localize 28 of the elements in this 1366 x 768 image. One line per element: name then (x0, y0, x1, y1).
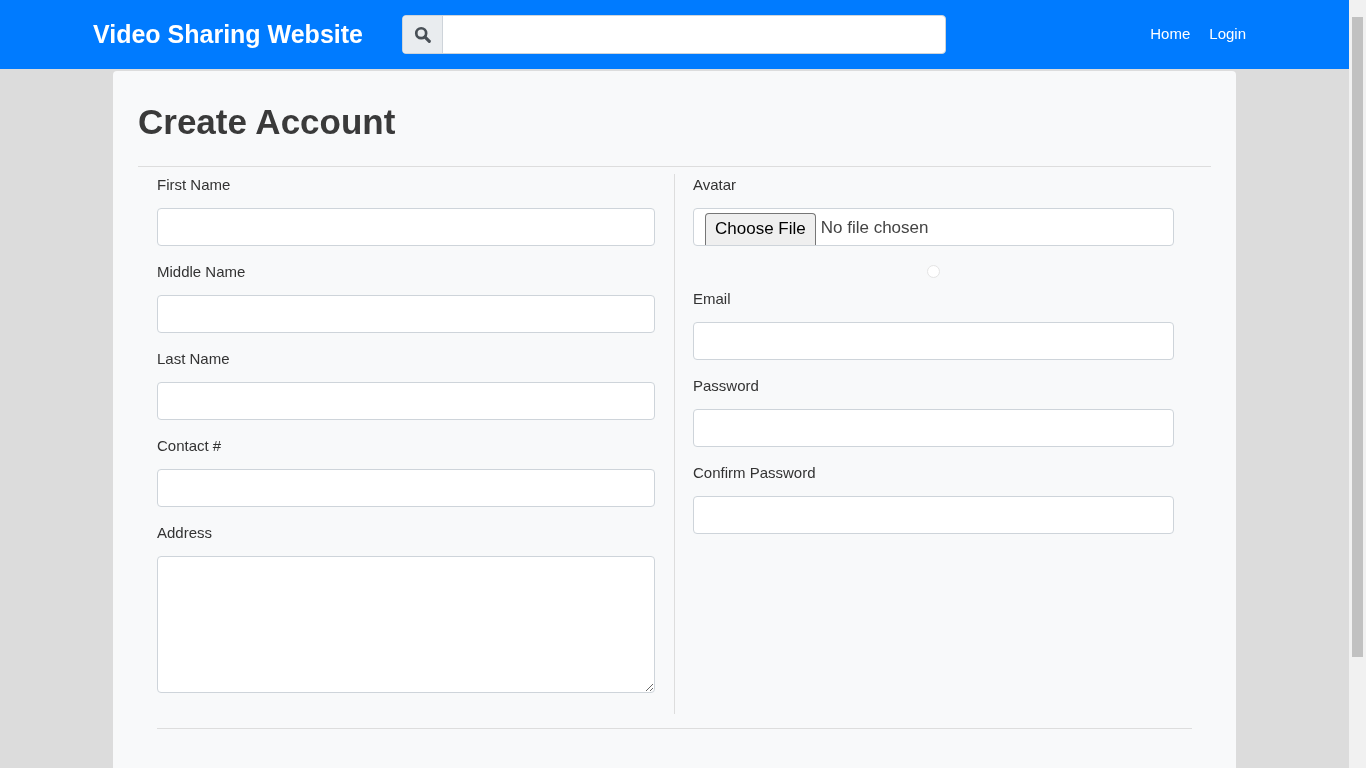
text-field[interactable] (157, 381, 655, 420)
text-field[interactable] (693, 321, 1174, 360)
text-field[interactable] (157, 294, 655, 333)
field-label: Avatar (693, 174, 737, 195)
nav-link[interactable]: Login (1209, 23, 1246, 46)
field-label: Address (157, 522, 213, 543)
text-field[interactable] (157, 207, 655, 246)
address-field[interactable] (157, 555, 655, 693)
field-label: Contact # (157, 435, 222, 456)
search-field[interactable] (402, 15, 946, 54)
choose-file-button[interactable]: Choose File (705, 212, 816, 245)
field-label: Middle Name (157, 261, 246, 282)
field-label: First Name (157, 174, 231, 195)
avatar-preview (927, 264, 940, 278)
file-status: No file chosen (820, 217, 929, 239)
field-label: Last Name (157, 348, 230, 369)
nav-link[interactable]: Home (1150, 23, 1191, 46)
search-icon (403, 16, 443, 53)
field-label: Confirm Password (693, 462, 816, 483)
text-field[interactable] (693, 408, 1174, 447)
scrollbar[interactable] (1349, 0, 1366, 768)
text-field[interactable] (157, 468, 655, 507)
page-title: Create Account (138, 101, 397, 143)
text-field[interactable] (693, 495, 1174, 534)
field-label: Email (693, 288, 731, 309)
field-label: Password (693, 375, 759, 396)
brand-title[interactable]: Video Sharing Website (93, 15, 402, 54)
file-input[interactable]: Choose File No file chosen (693, 207, 1174, 246)
